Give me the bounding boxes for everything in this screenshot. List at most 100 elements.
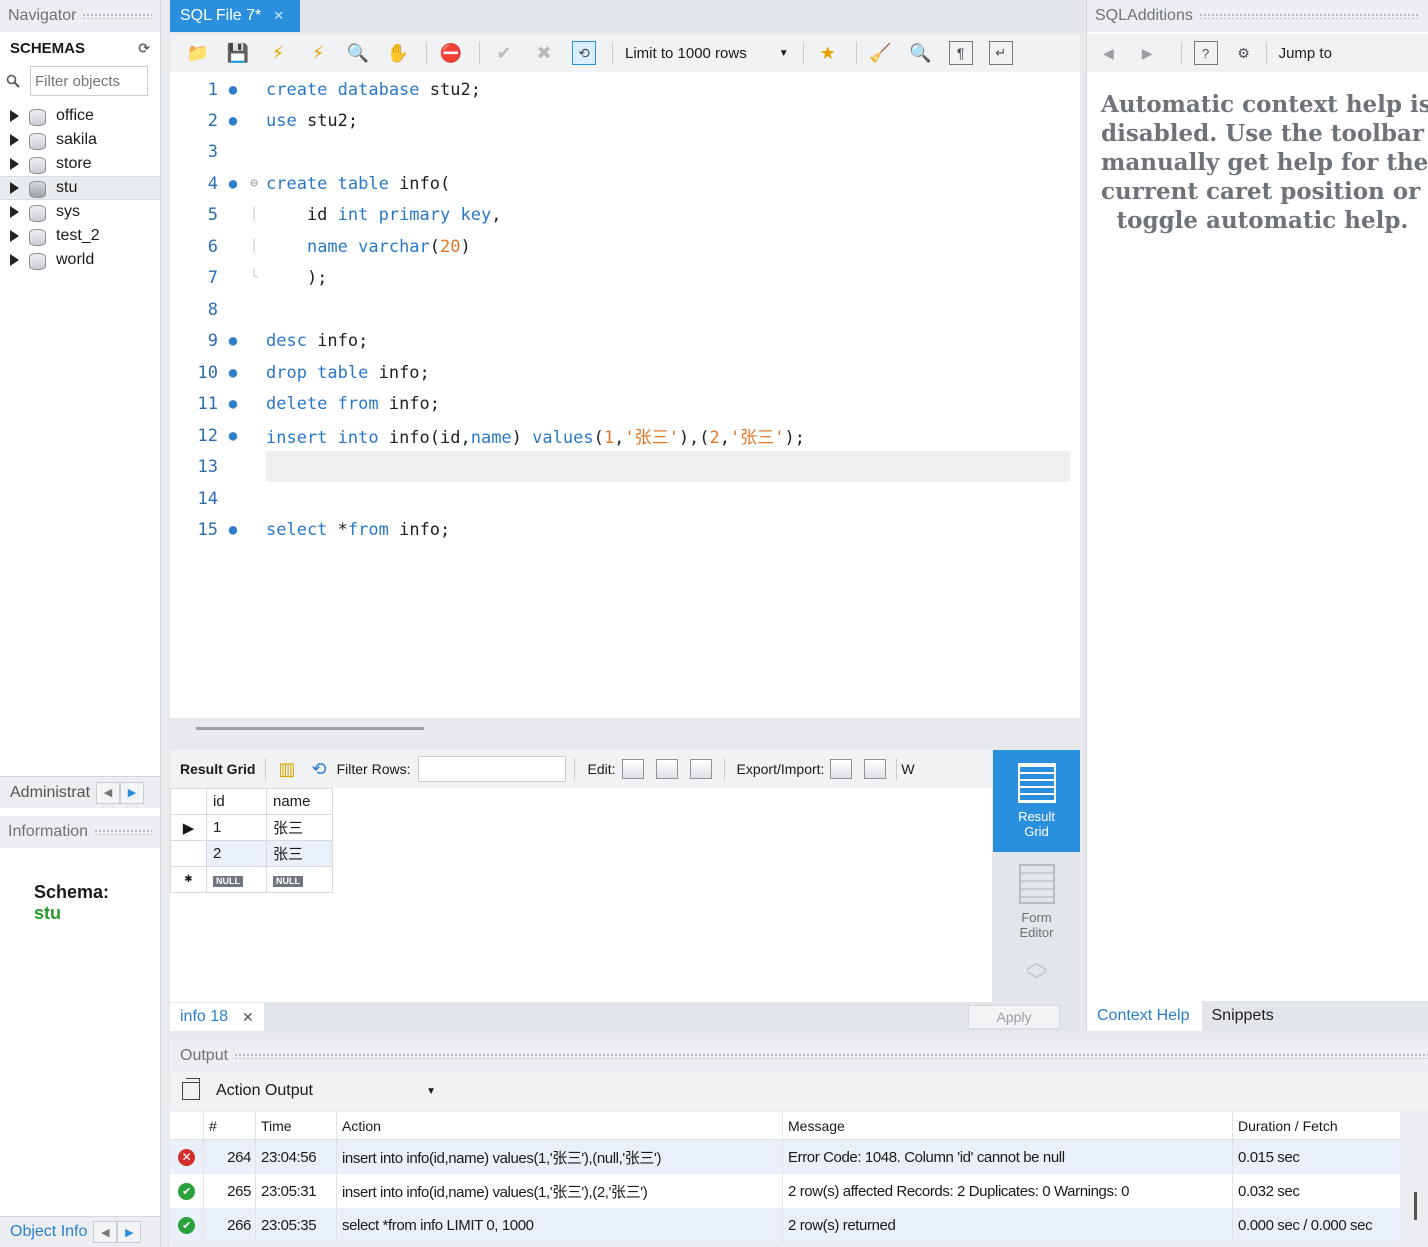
form-editor-view-button[interactable]: Form Editor [993, 852, 1080, 952]
new-row-marker-icon[interactable]: ✱ [170, 866, 207, 893]
refresh-icon[interactable]: ⟲ [311, 759, 326, 780]
save-icon[interactable]: 💾 [226, 41, 250, 65]
wrap-lines-icon[interactable]: ↵ [988, 41, 1013, 65]
tab-next-icon[interactable]: ▶ [120, 781, 145, 804]
column-header[interactable]: # [204, 1112, 256, 1139]
import-icon[interactable] [864, 759, 887, 779]
forward-arrow-icon[interactable]: ▶ [1142, 45, 1153, 62]
new-row[interactable]: ✱ NULL NULL [170, 866, 333, 893]
delete-row-icon[interactable] [689, 759, 712, 779]
expand-arrow-icon[interactable] [10, 134, 19, 146]
tab-prev-icon[interactable]: ◀ [96, 781, 121, 804]
filter-objects-input[interactable] [30, 66, 148, 96]
result-grid[interactable]: id name ▶ 1 张三 2 张三 ✱ NULL NULL [170, 788, 992, 1002]
execute-icon[interactable]: ⚡ [266, 41, 290, 65]
column-header[interactable]: Duration / Fetch [1233, 1112, 1400, 1139]
commit-icon[interactable]: ✔ [492, 41, 516, 65]
output-row[interactable]: ✔ 266 23:05:35 select *from info LIMIT 0… [170, 1208, 1400, 1242]
expand-arrow-icon[interactable] [10, 230, 19, 242]
administration-tab[interactable]: Administrat ◀ ▶ [0, 776, 160, 808]
chevron-down-icon[interactable]: ﹀ [993, 971, 1080, 993]
limit-rows-select[interactable]: Limit to 1000 rows ▼ [625, 45, 789, 62]
tab-sql-file[interactable]: SQL File 7* ✕ [170, 0, 300, 32]
current-row-arrow-icon[interactable]: ▶ [170, 814, 207, 841]
schema-item-stu[interactable]: stu [0, 176, 160, 200]
tab-result-info[interactable]: info 18 ✕ [170, 1003, 264, 1031]
schema-item-office[interactable]: office [0, 104, 160, 128]
dropdown-caret-icon[interactable]: ▼ [426, 1086, 436, 1097]
schema-item-test-2[interactable]: test_2 [0, 224, 160, 248]
sql-editor[interactable]: 1 ● create database stu2; 2 ● use stu2; 3 … [170, 72, 1080, 718]
stop-on-error-icon[interactable]: ⛔ [439, 41, 463, 65]
apply-button[interactable]: Apply [968, 1005, 1060, 1029]
schema-item-sys[interactable]: sys [0, 200, 160, 224]
expand-arrow-icon[interactable] [10, 110, 19, 122]
manual-help-icon[interactable]: ? [1193, 41, 1218, 65]
table-row[interactable]: ▶ 1 张三 [170, 814, 333, 841]
tab-context-help[interactable]: Context Help [1087, 1001, 1202, 1031]
stop-icon[interactable]: ✋ [386, 41, 410, 65]
output-vertical-scrollbar[interactable] [1414, 1192, 1417, 1220]
output-row[interactable]: ✔ 265 23:05:31 insert into info(id,name)… [170, 1174, 1400, 1208]
tab-snippets[interactable]: Snippets [1202, 1007, 1274, 1025]
expand-arrow-icon[interactable] [10, 206, 19, 218]
cell-id[interactable]: 2 [206, 840, 267, 867]
output-row[interactable]: ✕ 264 23:04:56 insert into info(id,name)… [170, 1140, 1400, 1174]
fold-toggle-icon[interactable]: ⊖ [242, 176, 266, 191]
object-info-tab[interactable]: Object Info ◀ ▶ [0, 1216, 160, 1247]
column-header[interactable]: name [266, 788, 333, 815]
expand-arrow-icon[interactable] [10, 254, 19, 266]
tab-next-icon[interactable]: ▶ [117, 1221, 142, 1243]
tab-prev-icon[interactable]: ◀ [93, 1221, 118, 1243]
add-row-icon[interactable] [655, 759, 678, 779]
schema-item-sakila[interactable]: sakila [0, 128, 160, 152]
cell-new-name[interactable]: NULL [266, 866, 333, 893]
column-header[interactable]: Action [337, 1112, 783, 1139]
panel-grip[interactable] [234, 1053, 1428, 1059]
schema-item-world[interactable]: world [0, 248, 160, 272]
columns-icon[interactable]: ▥ [278, 759, 295, 780]
find-icon[interactable]: 🔍 [909, 41, 933, 65]
result-grid-view-button[interactable]: Result Grid [993, 750, 1080, 852]
cell-id[interactable]: 1 [206, 814, 267, 841]
output-type-select[interactable]: Action Output ▼ [216, 1082, 436, 1100]
line-number: 6 [207, 236, 218, 257]
open-folder-icon[interactable]: 📁 [186, 41, 210, 65]
panel-grip[interactable] [94, 829, 152, 835]
cell-name[interactable]: 张三 [266, 840, 333, 867]
edit-row-icon[interactable] [621, 759, 644, 779]
close-icon[interactable]: ✕ [273, 8, 284, 24]
invisible-chars-icon[interactable]: ¶ [948, 41, 973, 65]
cell-new-id[interactable]: NULL [206, 866, 267, 893]
copy-icon[interactable] [182, 1078, 200, 1100]
editor-horizontal-scrollbar[interactable] [196, 727, 424, 730]
expand-arrow-icon[interactable] [10, 158, 19, 170]
autocommit-icon[interactable]: ⟲ [572, 41, 596, 65]
explain-icon[interactable]: 🔍 [346, 41, 370, 65]
close-icon[interactable]: ✕ [242, 1009, 254, 1026]
export-icon[interactable] [830, 759, 853, 779]
back-arrow-icon[interactable]: ◀ [1103, 45, 1114, 62]
column-header[interactable]: Time [256, 1112, 337, 1139]
column-header[interactable]: Message [783, 1112, 1233, 1139]
beautify-icon[interactable]: 🧹 [869, 41, 893, 65]
row-header-corner[interactable] [170, 788, 207, 815]
column-header[interactable]: id [206, 788, 267, 815]
filter-rows-input[interactable] [418, 756, 567, 782]
auto-help-icon[interactable]: ⚙ [1232, 41, 1256, 65]
table-row[interactable]: 2 张三 [170, 840, 333, 867]
row-header[interactable] [170, 840, 207, 867]
wrap-cell-label[interactable]: W [901, 761, 914, 777]
rollback-icon[interactable]: ✖ [532, 41, 556, 65]
refresh-icon[interactable]: ⟳ [138, 40, 150, 57]
add-snippet-icon[interactable]: ★ [816, 41, 840, 65]
jump-to-select[interactable]: Jump to [1279, 45, 1332, 62]
schema-item-store[interactable]: store [0, 152, 160, 176]
dropdown-caret-icon[interactable]: ▼ [779, 48, 789, 59]
panel-grip[interactable] [82, 13, 152, 19]
expand-arrow-icon[interactable] [10, 182, 19, 194]
execute-current-icon[interactable]: ⚡ [306, 41, 330, 65]
panel-grip[interactable] [1198, 13, 1420, 19]
cell-name[interactable]: 张三 [266, 814, 333, 841]
toolbar-separator [896, 758, 898, 780]
